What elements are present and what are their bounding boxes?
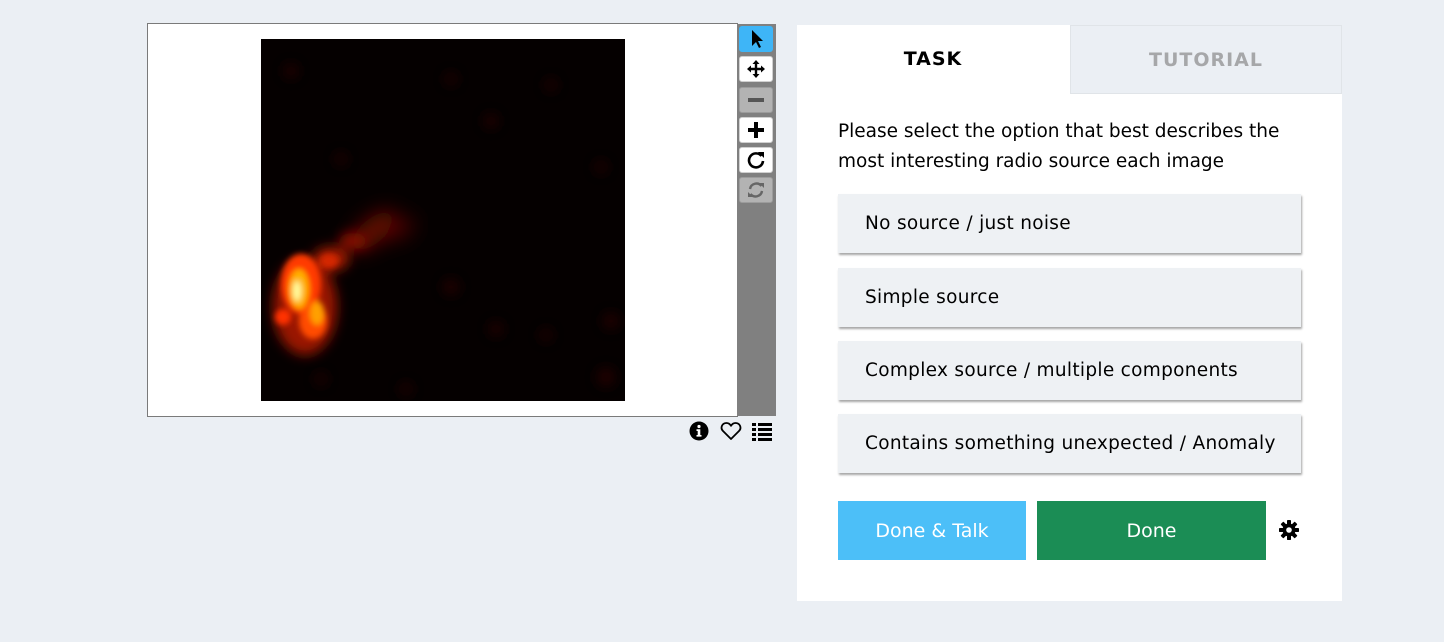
pointer-arrow-icon [752, 30, 763, 48]
subject-viewer [147, 23, 738, 417]
info-icon[interactable] [688, 420, 710, 442]
answer-anomaly[interactable]: Contains something unexpected / Anomaly [838, 414, 1301, 473]
answer-simple-source[interactable]: Simple source [838, 268, 1301, 327]
rotate-tool-button[interactable] [739, 147, 773, 173]
heart-icon[interactable] [720, 420, 742, 442]
zoom-out-tool-button[interactable] [739, 87, 773, 113]
move-arrows-icon [747, 60, 765, 78]
done-and-talk-button[interactable]: Done & Talk [838, 501, 1026, 560]
rotate-icon [747, 152, 765, 169]
zoom-in-tool-button[interactable] [739, 117, 773, 143]
radio-source-image[interactable] [261, 39, 625, 401]
answer-no-source[interactable]: No source / just noise [838, 194, 1301, 253]
list-icon[interactable] [751, 420, 773, 442]
tab-tutorial[interactable]: TUTORIAL [1070, 25, 1342, 94]
viewer-toolbar [737, 24, 776, 416]
minus-icon [748, 98, 764, 102]
task-instruction: Please select the option that best descr… [838, 121, 1280, 172]
plus-icon [748, 122, 764, 138]
tab-task[interactable]: TASK [797, 25, 1069, 93]
pan-tool-button[interactable] [739, 56, 773, 82]
reset-tool-button[interactable] [739, 177, 773, 203]
done-button[interactable]: Done [1037, 501, 1266, 560]
pointer-tool-button[interactable] [739, 26, 773, 52]
task-panel: TASK TUTORIAL Please select the option t… [797, 25, 1342, 601]
answer-complex-source[interactable]: Complex source / multiple components [838, 341, 1301, 400]
gear-icon[interactable] [1278, 519, 1300, 541]
refresh-icon [748, 182, 764, 198]
